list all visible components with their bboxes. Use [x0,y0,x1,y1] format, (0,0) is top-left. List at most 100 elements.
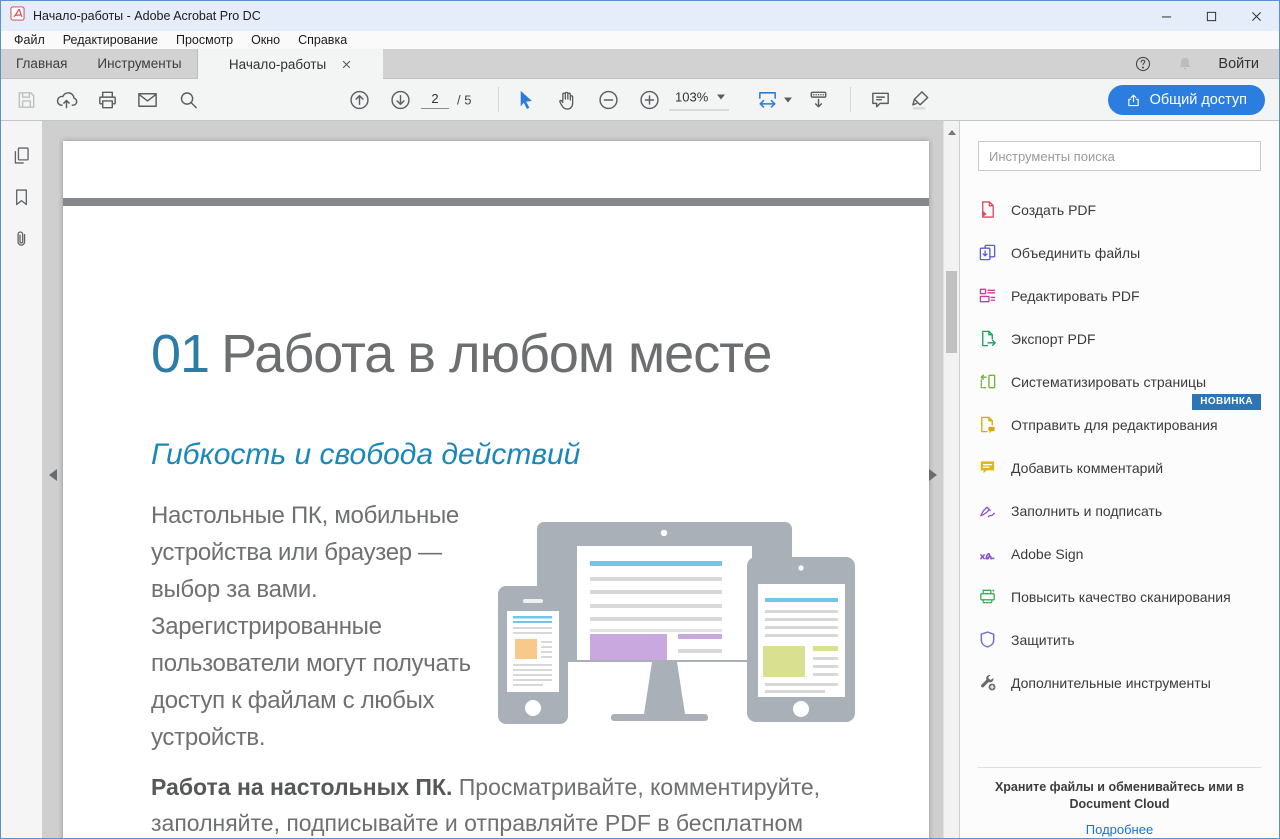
menu-help[interactable]: Справка [289,33,356,47]
pdf-page: 01Работа в любом месте Гибкость и свобод… [63,141,929,838]
fit-width-dropdown[interactable] [756,88,792,111]
tab-tools[interactable]: Инструменты [82,49,196,78]
toolbar-separator [498,87,499,112]
tool-item-add-comment[interactable]: Добавить комментарий [978,446,1261,489]
combine-files-icon [978,243,997,262]
toolbar-separator [850,87,851,112]
previous-page-arrow[interactable] [49,469,57,481]
panel-footer: Храните файлы и обменивайтесь ими в Docu… [978,767,1261,837]
window-title: Начало-работы - Adobe Acrobat Pro DC [33,9,261,23]
page-number-input[interactable]: 2 [421,91,449,109]
page-total-label: / 5 [457,92,471,107]
acrobat-window: Начало-работы - Adobe Acrobat Pro DC Фай… [0,0,1280,839]
help-icon[interactable] [1134,55,1152,73]
comment-icon[interactable] [869,88,892,111]
sign-in-button[interactable]: Войти [1218,56,1259,72]
menu-view[interactable]: Просмотр [167,33,242,47]
menu-edit[interactable]: Редактирование [54,33,167,47]
chevron-down-icon [717,94,725,99]
tool-item-protect[interactable]: Защитить [978,618,1261,661]
scrollbar-thumb[interactable] [946,271,957,353]
zoom-in-icon[interactable] [638,88,661,111]
close-button[interactable] [1234,1,1279,31]
next-page-arrow[interactable] [929,469,937,481]
bookmarks-icon[interactable] [11,187,32,208]
share-icon [1126,93,1141,108]
tab-close-icon[interactable] [342,60,351,69]
left-rail [1,121,43,838]
fill-and-sign-icon [978,501,997,520]
select-tool-icon[interactable] [514,88,537,111]
edit-pdf-icon [978,286,997,305]
chapter-subtitle: Гибкость и свобода действий [151,438,580,472]
maximize-button[interactable] [1189,1,1234,31]
zoom-level-value: 103% [675,89,708,104]
enhance-scans-icon [978,587,997,606]
scrollbar-up-arrow[interactable] [948,130,956,135]
page-display-mode-icon[interactable] [807,88,830,111]
protect-icon [978,630,997,649]
adobe-sign-icon [978,544,997,563]
tab-home[interactable]: Главная [1,49,82,78]
share-button[interactable]: Общий доступ [1108,85,1265,115]
tool-item-adobe-sign[interactable]: Adobe Sign [978,532,1261,575]
chapter-number: 01 [151,324,209,384]
notifications-bell-icon[interactable] [1176,55,1194,73]
tool-item-fill-and-sign[interactable]: Заполнить и подписать [978,489,1261,532]
main-area: 01Работа в любом месте Гибкость и свобод… [1,121,1279,838]
share-button-label: Общий доступ [1150,92,1247,108]
menu-file[interactable]: Файл [5,33,54,47]
tab-document[interactable]: Начало-работы [197,49,383,79]
highlighter-icon[interactable] [909,88,932,111]
document-viewer: 01Работа в любом месте Гибкость и свобод… [43,121,959,838]
tool-item-combine-files[interactable]: Объединить файлы [978,231,1261,274]
tool-item-more-tools[interactable]: Дополнительные инструменты [978,661,1261,704]
hand-tool-icon[interactable] [555,88,578,111]
previous-page-icon[interactable] [348,88,371,111]
email-icon[interactable] [136,88,159,111]
new-badge: НОВИНКА [1192,394,1261,410]
save-icon[interactable] [15,88,38,111]
zoom-out-icon[interactable] [597,88,620,111]
tool-item-send-for-editing[interactable]: Отправить для редактирования НОВИНКА [978,403,1261,446]
export-pdf-icon [978,329,997,348]
menu-window[interactable]: Окно [242,33,289,47]
zoom-level-dropdown[interactable]: 103% [669,89,729,110]
menu-bar: Файл Редактирование Просмотр Окно Справк… [1,31,1279,49]
organize-pages-icon [978,372,997,391]
devices-illustration [475,509,905,749]
document-cloud-text: Храните файлы и обменивайтесь ими в Docu… [978,779,1261,813]
send-for-editing-icon [978,415,997,434]
tab-bar: Главная Инструменты Начало-работы Войти [1,49,1279,79]
minimize-button[interactable] [1144,1,1189,31]
tools-search-input[interactable] [978,141,1261,171]
print-icon[interactable] [96,88,119,111]
learn-more-link[interactable]: Подробнее [978,822,1261,837]
tools-list: Создать PDF Объединить файлы Редактирова… [978,188,1261,704]
body-paragraph: Настольные ПК, мобильные устройства или … [151,497,505,756]
chapter-title: Работа в любом месте [221,324,771,384]
chevron-down-icon [784,97,792,102]
next-page-icon[interactable] [389,88,412,111]
app-icon [10,6,25,26]
search-icon[interactable] [177,88,200,111]
chapter-heading: 01Работа в любом месте [151,323,771,385]
tool-item-edit-pdf[interactable]: Редактировать PDF [978,274,1261,317]
lead-paragraph: Работа на настольных ПК. Просматривайте,… [151,769,893,838]
attachments-icon[interactable] [11,229,32,250]
title-bar: Начало-работы - Adobe Acrobat Pro DC [1,1,1279,31]
create-pdf-icon [978,200,997,219]
document-toolbar: 2 / 5 103% Общий доступ [1,79,1279,121]
more-tools-icon [978,673,997,692]
upload-cloud-icon[interactable] [55,88,78,111]
tools-panel: Создать PDF Объединить файлы Редактирова… [959,121,1279,838]
page-divider-rule [63,198,929,206]
add-comment-icon [978,458,997,477]
tool-item-create-pdf[interactable]: Создать PDF [978,188,1261,231]
tool-item-export-pdf[interactable]: Экспорт PDF [978,317,1261,360]
vertical-scrollbar[interactable] [943,121,959,838]
lead-bold-text: Работа на настольных ПК. [151,774,452,800]
tab-document-label: Начало-работы [229,57,326,72]
tool-item-enhance-scans[interactable]: Повысить качество сканирования [978,575,1261,618]
page-thumbnails-icon[interactable] [11,145,32,166]
